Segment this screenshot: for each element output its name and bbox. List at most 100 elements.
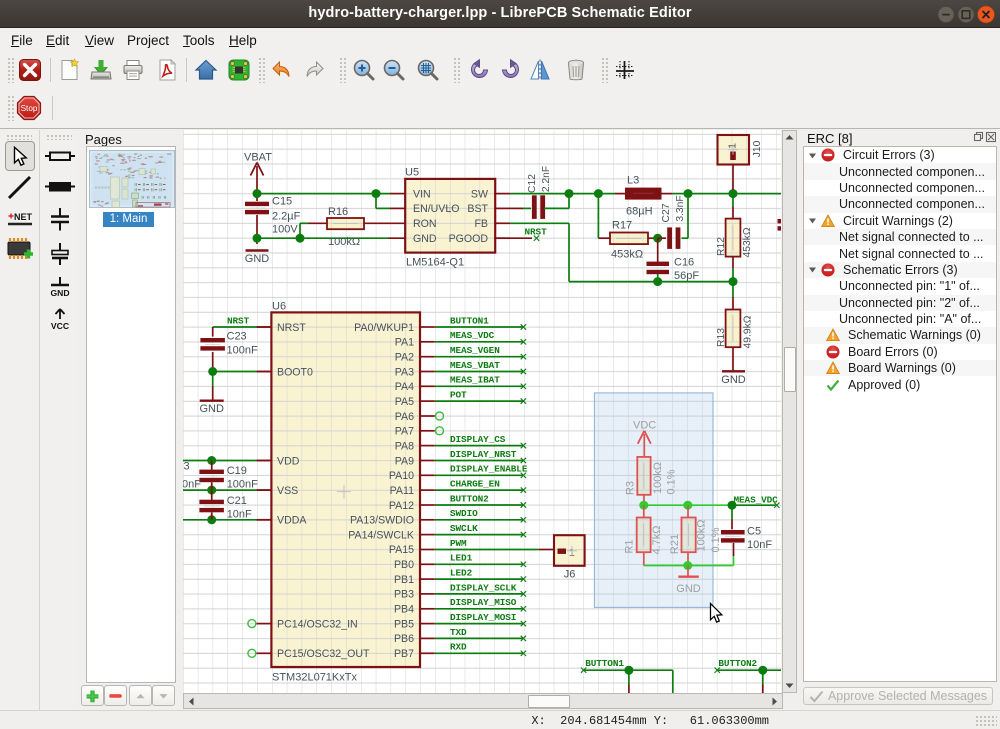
svg-text:PA14/SWCLK: PA14/SWCLK: [348, 529, 414, 541]
svg-text:L3: L3: [627, 175, 639, 187]
svg-text:RXD: RXD: [450, 642, 467, 653]
svg-text:J10: J10: [752, 140, 763, 157]
svg-text:PA10: PA10: [389, 470, 414, 482]
svg-text:TXD: TXD: [450, 627, 467, 638]
svg-text:LED2: LED2: [450, 568, 473, 579]
svg-text:C16: C16: [674, 257, 694, 269]
svg-text:BUTTON1: BUTTON1: [585, 658, 624, 669]
svg-text:DISPLAY_SCLK: DISPLAY_SCLK: [450, 582, 517, 593]
svg-text:453kΩ: 453kΩ: [742, 227, 753, 257]
svg-text:PB1: PB1: [394, 574, 414, 586]
svg-text:PA2: PA2: [395, 352, 414, 364]
svg-text:68µH: 68µH: [626, 206, 653, 218]
svg-text:BOOT0: BOOT0: [277, 366, 313, 378]
svg-text:100nF: 100nF: [227, 345, 258, 357]
svg-text:GND: GND: [721, 374, 746, 386]
svg-text:DISPLAY_CS: DISPLAY_CS: [450, 434, 506, 445]
svg-text:DISPLAY_NRST: DISPLAY_NRST: [450, 449, 517, 460]
svg-text:PA9: PA9: [395, 455, 414, 467]
svg-text:R16: R16: [328, 206, 348, 218]
svg-text:PA3: PA3: [395, 366, 414, 378]
svg-text:PA15: PA15: [389, 544, 414, 556]
svg-text:SWDIO: SWDIO: [450, 508, 478, 519]
svg-text:LM5164-Q1: LM5164-Q1: [406, 257, 464, 269]
svg-text:VIN: VIN: [413, 188, 431, 200]
svg-text:R13: R13: [716, 328, 727, 347]
svg-text:DISPLAY_MOSI: DISPLAY_MOSI: [450, 612, 516, 623]
svg-text:C21: C21: [227, 495, 247, 507]
svg-text:VDDA: VDDA: [277, 515, 307, 527]
svg-text:GND: GND: [245, 253, 270, 265]
svg-text:100kΩ: 100kΩ: [696, 519, 708, 551]
svg-text:PB7: PB7: [394, 648, 414, 660]
svg-text:GND: GND: [50, 288, 69, 298]
svg-text:VCC: VCC: [51, 321, 69, 331]
svg-text:10nF: 10nF: [747, 539, 772, 551]
svg-text:BUTTON2: BUTTON2: [450, 493, 489, 504]
svg-text:PGOOD: PGOOD: [449, 233, 489, 245]
svg-text:C12: C12: [527, 174, 538, 193]
svg-text:MEAS_VGEN: MEAS_VGEN: [450, 345, 500, 356]
svg-text:PA0/WKUP1: PA0/WKUP1: [354, 322, 414, 334]
svg-text:C27: C27: [661, 203, 672, 222]
svg-text:PA4: PA4: [395, 381, 414, 393]
svg-text:STM32L071KxTx: STM32L071KxTx: [272, 672, 357, 684]
svg-text:C19: C19: [227, 465, 247, 477]
svg-text:R21: R21: [669, 534, 681, 554]
svg-text:U6: U6: [272, 301, 286, 313]
svg-text:GND: GND: [676, 583, 701, 595]
svg-text:LED1: LED1: [450, 553, 473, 564]
svg-text:10nF: 10nF: [227, 509, 252, 521]
svg-text:MEAS_IBAT: MEAS_IBAT: [450, 375, 500, 386]
svg-text:U5: U5: [405, 167, 419, 179]
svg-text:PA12: PA12: [389, 500, 414, 512]
svg-text:PA6: PA6: [395, 411, 414, 423]
svg-text:NRST: NRST: [277, 322, 306, 334]
svg-text:R3: R3: [624, 481, 636, 495]
svg-text:VBAT: VBAT: [244, 152, 272, 164]
svg-text:VDD: VDD: [277, 455, 300, 467]
svg-text:C15: C15: [272, 196, 292, 208]
svg-text:100kΩ: 100kΩ: [328, 236, 360, 248]
svg-text:BUTTON1: BUTTON1: [450, 315, 489, 326]
svg-text:PA11: PA11: [390, 485, 414, 497]
svg-text:PB3: PB3: [394, 589, 414, 601]
svg-text:NET: NET: [14, 212, 33, 222]
svg-text:PB5: PB5: [394, 618, 414, 630]
svg-text:PA5: PA5: [395, 396, 414, 408]
svg-text:100nF: 100nF: [227, 479, 258, 491]
svg-text:3: 3: [184, 461, 190, 473]
svg-text:PA8: PA8: [395, 440, 414, 452]
svg-text:Stop: Stop: [21, 104, 38, 113]
svg-text:PC14/OSC32_IN: PC14/OSC32_IN: [277, 618, 358, 630]
svg-text:PWM: PWM: [450, 538, 467, 549]
svg-text:PA7: PA7: [395, 426, 414, 438]
svg-text:R17: R17: [612, 220, 632, 232]
svg-text:CHARGE_EN: CHARGE_EN: [450, 479, 500, 490]
svg-text:1: 1: [727, 143, 739, 149]
svg-text:4.7kΩ: 4.7kΩ: [651, 525, 663, 554]
svg-text:R12: R12: [716, 237, 727, 256]
svg-text:C5: C5: [747, 525, 761, 537]
svg-text:FB: FB: [474, 218, 488, 230]
svg-text:PA13/SWDIO: PA13/SWDIO: [350, 515, 414, 527]
svg-text:PB6: PB6: [394, 633, 414, 645]
svg-text:R1: R1: [624, 539, 636, 553]
svg-text:DISPLAY_MISO: DISPLAY_MISO: [450, 597, 517, 608]
svg-text:C23: C23: [227, 331, 247, 343]
svg-text:3.3nF: 3.3nF: [675, 195, 686, 221]
svg-text:SW: SW: [471, 188, 488, 200]
svg-text:PB0: PB0: [394, 559, 414, 571]
svg-text:0nF: 0nF: [183, 479, 201, 491]
svg-text:BUTTON2: BUTTON2: [718, 658, 757, 669]
svg-text:100V: 100V: [272, 224, 298, 236]
svg-text:0.1%: 0.1%: [666, 469, 678, 494]
svg-text:453kΩ: 453kΩ: [611, 249, 643, 261]
svg-text:GND: GND: [199, 403, 224, 415]
svg-text:PA1: PA1: [395, 337, 414, 349]
svg-text:56pF: 56pF: [674, 270, 699, 282]
svg-text:SWCLK: SWCLK: [450, 523, 478, 534]
svg-text:VDC: VDC: [633, 419, 656, 431]
svg-text:BST: BST: [467, 203, 488, 215]
svg-text:MEAS_VDC: MEAS_VDC: [734, 494, 779, 505]
